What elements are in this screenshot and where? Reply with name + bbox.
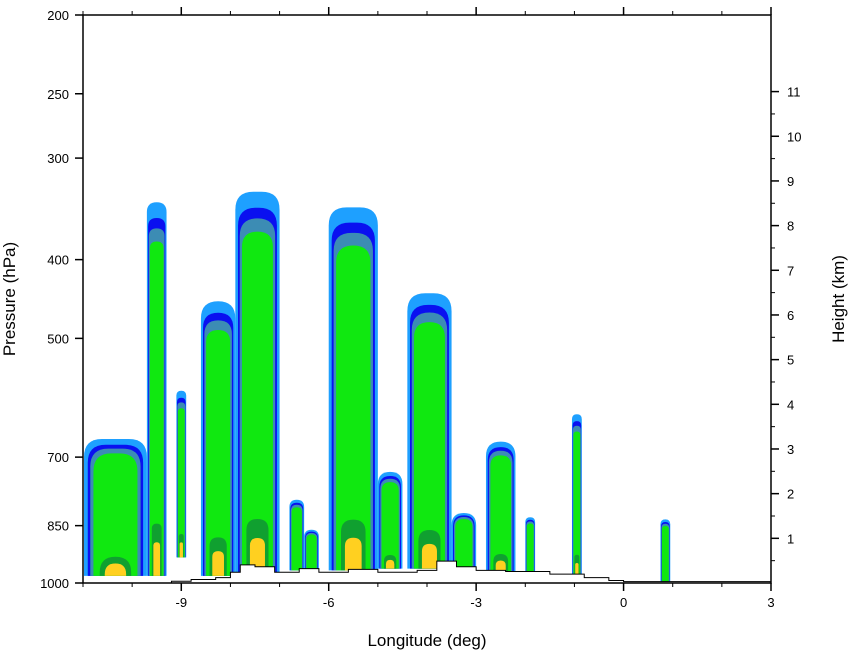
y2-tick-label: 10 (787, 129, 801, 144)
x-tick-label: -6 (323, 595, 335, 610)
contour-cell (289, 499, 305, 571)
y2-axis-title: Height (km) (829, 255, 848, 343)
y2-tick-label: 3 (787, 442, 794, 457)
y-tick-label: 850 (47, 519, 69, 534)
contour-level (526, 523, 534, 576)
contour-cell (146, 202, 167, 576)
y2-tick-label: 8 (787, 219, 794, 234)
contour-level (153, 542, 161, 576)
y-tick-label: 300 (47, 151, 69, 166)
contour-level (212, 551, 224, 576)
y2-tick-label: 9 (787, 174, 794, 189)
contour-cell (407, 293, 452, 569)
y-tick-label: 400 (47, 253, 69, 268)
y2-tick-label: 5 (787, 353, 794, 368)
x-tick-label: 0 (620, 595, 627, 610)
x-axis-title: Longitude (deg) (367, 631, 486, 650)
y-axis-title: Pressure (hPa) (0, 242, 19, 356)
contour-level (455, 518, 473, 571)
contour-cell (525, 517, 536, 576)
contour-cell (328, 207, 378, 571)
contour-cell (660, 519, 671, 582)
y-axis-pressure: 200 250 300 400 500 700 850 1000 (40, 8, 83, 591)
contour-level (344, 537, 362, 571)
contour-cell (84, 439, 147, 576)
contour-level (385, 559, 395, 569)
contour-cell (304, 529, 319, 575)
x-tick-label: -9 (176, 595, 188, 610)
y-axis-height: 1 2 3 4 5 6 7 8 9 10 11 (771, 85, 801, 562)
y2-tick-label: 7 (787, 263, 794, 278)
contour-cell (200, 301, 236, 576)
x-tick-label: 3 (767, 595, 774, 610)
y2-tick-label: 11 (787, 85, 801, 100)
chart: -9 -6 -3 0 3 200 250 300 400 500 700 850 1000 1 2 3 4 5… (0, 7, 848, 650)
contour-cell (571, 414, 582, 578)
contour-level (179, 542, 183, 558)
contour-level (421, 543, 437, 569)
y-tick-label: 1000 (40, 576, 69, 591)
y2-tick-label: 2 (787, 487, 794, 502)
y2-tick-label: 1 (787, 531, 794, 546)
contour-cell (485, 441, 516, 573)
plot-area (82, 14, 772, 584)
y-tick-label: 250 (47, 87, 69, 102)
y2-tick-label: 4 (787, 397, 794, 412)
y-tick-label: 200 (47, 8, 69, 23)
contour-cell (377, 471, 403, 569)
y-tick-label: 500 (47, 331, 69, 346)
contour-cell (235, 191, 280, 573)
y2-tick-label: 6 (787, 308, 794, 323)
x-tick-label: -3 (470, 595, 482, 610)
y-tick-label: 700 (47, 450, 69, 465)
contour-level (291, 507, 302, 571)
contour-level (661, 525, 669, 582)
contour-cell (176, 390, 187, 558)
